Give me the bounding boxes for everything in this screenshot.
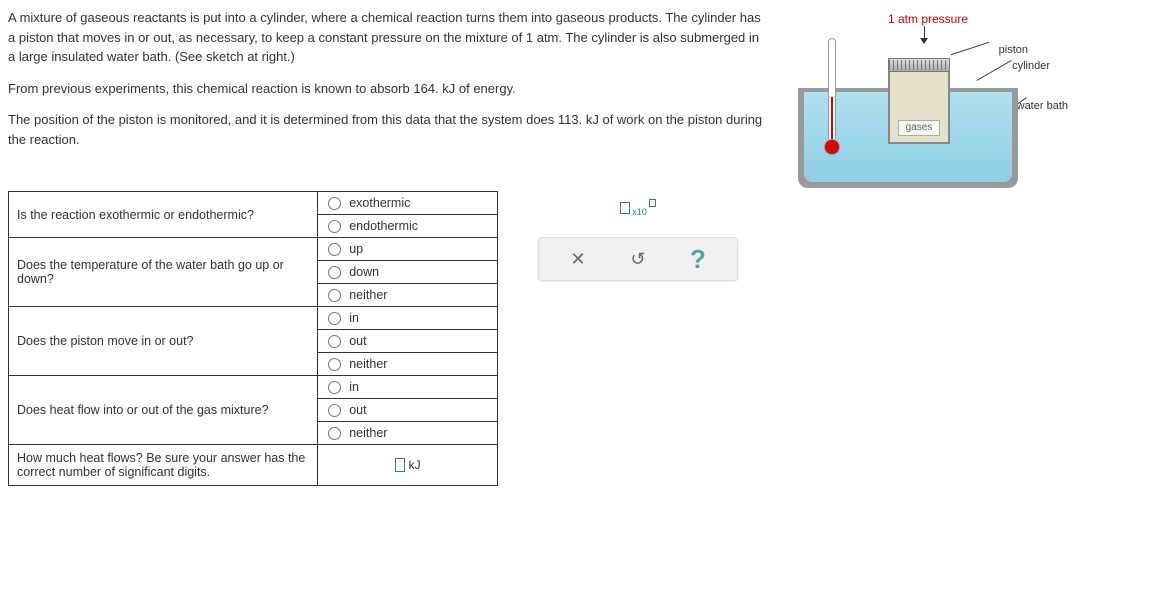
radio-out[interactable]: [328, 335, 341, 348]
piston-graphic: [888, 58, 950, 72]
option-row[interactable]: endothermic: [318, 215, 497, 237]
input-placeholder-box[interactable]: [395, 458, 405, 472]
x-icon: ✕: [570, 249, 585, 270]
question-table: Is the reaction exothermic or endothermi…: [8, 191, 498, 486]
question-text: Does heat flow into or out of the gas mi…: [9, 376, 318, 445]
apparatus-diagram: 1 atm pressure piston cylinder water bat…: [788, 8, 1048, 161]
reset-button[interactable]: ↺: [627, 248, 649, 270]
option-label: up: [349, 242, 363, 256]
radio-neither[interactable]: [328, 358, 341, 371]
pointer-line: [951, 42, 989, 55]
table-row: Does the temperature of the water bath g…: [9, 238, 498, 307]
table-row: Does heat flow into or out of the gas mi…: [9, 376, 498, 445]
description-paragraph-2: From previous experiments, this chemical…: [8, 79, 768, 99]
option-label: in: [349, 380, 359, 394]
option-label: out: [349, 334, 366, 348]
radio-up[interactable]: [328, 243, 341, 256]
option-row[interactable]: neither: [318, 284, 497, 306]
radio-in[interactable]: [328, 381, 341, 394]
description-paragraph-3: The position of the piston is monitored,…: [8, 110, 768, 149]
option-row[interactable]: exothermic: [318, 192, 497, 215]
question-text: How much heat flows? Be sure your answer…: [9, 445, 318, 486]
radio-out[interactable]: [328, 404, 341, 417]
gases-box: gases: [898, 120, 940, 136]
radio-exothermic[interactable]: [328, 197, 341, 210]
option-row[interactable]: out: [318, 399, 497, 422]
radio-down[interactable]: [328, 266, 341, 279]
option-label: in: [349, 311, 359, 325]
option-label: neither: [349, 288, 387, 302]
option-row[interactable]: neither: [318, 422, 497, 444]
pressure-label: 1 atm pressure: [883, 12, 973, 26]
cylinder-graphic: gases: [888, 58, 950, 144]
table-row: How much heat flows? Be sure your answer…: [9, 445, 498, 486]
waterbath-label: water bath: [1017, 100, 1068, 112]
apparatus-graphic: gases: [798, 68, 1018, 188]
question-text: Does the piston move in or out?: [9, 307, 318, 376]
option-row[interactable]: in: [318, 376, 497, 399]
option-row[interactable]: in: [318, 307, 497, 330]
option-row[interactable]: up: [318, 238, 497, 261]
radio-endothermic[interactable]: [328, 220, 341, 233]
reset-icon: ↺: [630, 249, 645, 270]
tool-palette: x10 ✕ ↺ ?: [538, 191, 738, 281]
option-row[interactable]: down: [318, 261, 497, 284]
scientific-notation-button[interactable]: x10: [538, 191, 738, 225]
clear-button[interactable]: ✕: [567, 248, 589, 270]
description-paragraph-1: A mixture of gaseous reactants is put in…: [8, 8, 768, 67]
table-row: Does the piston move in or out? in out n…: [9, 307, 498, 376]
help-icon: ?: [690, 244, 706, 275]
answer-unit: kJ: [409, 458, 421, 472]
option-label: neither: [349, 426, 387, 440]
thermometer-icon: [828, 38, 836, 148]
option-label: out: [349, 403, 366, 417]
table-row: Is the reaction exothermic or endothermi…: [9, 192, 498, 238]
times-ten-label: x10: [632, 207, 647, 217]
exponent-box-icon: [649, 199, 656, 207]
option-label: neither: [349, 357, 387, 371]
problem-description: A mixture of gaseous reactants is put in…: [8, 8, 768, 161]
action-toolbar: ✕ ↺ ?: [538, 237, 738, 281]
question-text: Does the temperature of the water bath g…: [9, 238, 318, 307]
option-label: down: [349, 265, 379, 279]
radio-in[interactable]: [328, 312, 341, 325]
answer-input-cell[interactable]: kJ: [318, 447, 497, 483]
help-button[interactable]: ?: [687, 248, 709, 270]
option-label: exothermic: [349, 196, 410, 210]
radio-neither[interactable]: [328, 289, 341, 302]
mantissa-box-icon: [620, 202, 630, 214]
option-row[interactable]: neither: [318, 353, 497, 375]
piston-label: piston: [999, 44, 1028, 56]
option-label: endothermic: [349, 219, 418, 233]
radio-neither[interactable]: [328, 427, 341, 440]
option-row[interactable]: out: [318, 330, 497, 353]
question-text: Is the reaction exothermic or endothermi…: [9, 192, 318, 238]
